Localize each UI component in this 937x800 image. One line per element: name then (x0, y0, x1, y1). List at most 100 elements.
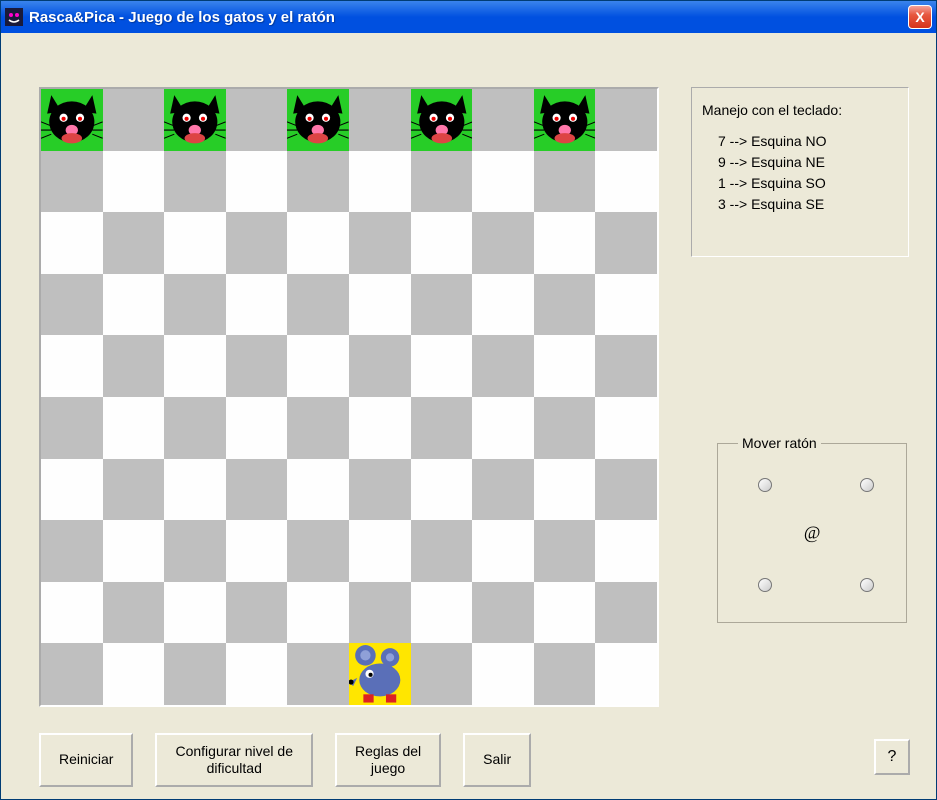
board-cell[interactable] (411, 582, 473, 644)
board-cell[interactable] (472, 151, 534, 213)
board-cell[interactable] (41, 643, 103, 705)
board-cell[interactable] (411, 274, 473, 336)
board-cell[interactable] (411, 643, 473, 705)
board-cell[interactable] (349, 335, 411, 397)
board-cell[interactable] (349, 397, 411, 459)
board-cell[interactable] (103, 643, 165, 705)
board-cell[interactable] (472, 397, 534, 459)
board-cell[interactable] (534, 89, 596, 151)
board-cell[interactable] (595, 274, 657, 336)
board-cell[interactable] (595, 89, 657, 151)
board-cell[interactable] (349, 643, 411, 705)
board-cell[interactable] (287, 459, 349, 521)
board-cell[interactable] (287, 397, 349, 459)
board-cell[interactable] (595, 151, 657, 213)
board-cell[interactable] (595, 520, 657, 582)
board-cell[interactable] (349, 151, 411, 213)
board-cell[interactable] (226, 459, 288, 521)
board-cell[interactable] (41, 520, 103, 582)
board-cell[interactable] (226, 89, 288, 151)
board-cell[interactable] (595, 643, 657, 705)
board-cell[interactable] (349, 89, 411, 151)
restart-button[interactable]: Reiniciar (39, 733, 133, 787)
board-cell[interactable] (534, 335, 596, 397)
board-cell[interactable] (595, 335, 657, 397)
board-cell[interactable] (226, 274, 288, 336)
board-cell[interactable] (226, 520, 288, 582)
rules-button[interactable]: Reglas del juego (335, 733, 441, 787)
board-cell[interactable] (287, 582, 349, 644)
move-se-radio[interactable] (860, 578, 874, 592)
board-cell[interactable] (164, 151, 226, 213)
board-cell[interactable] (287, 89, 349, 151)
board-cell[interactable] (164, 212, 226, 274)
close-button[interactable]: X (908, 5, 932, 29)
board-cell[interactable] (349, 212, 411, 274)
board-cell[interactable] (103, 89, 165, 151)
help-button[interactable]: ? (874, 739, 910, 775)
board-cell[interactable] (103, 582, 165, 644)
board-cell[interactable] (103, 335, 165, 397)
board-cell[interactable] (226, 397, 288, 459)
board-cell[interactable] (287, 643, 349, 705)
board-cell[interactable] (534, 151, 596, 213)
board-cell[interactable] (411, 151, 473, 213)
board-cell[interactable] (472, 89, 534, 151)
board-cell[interactable] (534, 459, 596, 521)
board-cell[interactable] (287, 151, 349, 213)
exit-button[interactable]: Salir (463, 733, 531, 787)
board-cell[interactable] (472, 582, 534, 644)
board-cell[interactable] (164, 520, 226, 582)
board-cell[interactable] (411, 459, 473, 521)
board-cell[interactable] (595, 397, 657, 459)
board-cell[interactable] (472, 643, 534, 705)
board-cell[interactable] (595, 459, 657, 521)
board-cell[interactable] (411, 397, 473, 459)
board-cell[interactable] (534, 520, 596, 582)
game-board[interactable] (41, 89, 657, 705)
board-cell[interactable] (287, 274, 349, 336)
board-cell[interactable] (164, 397, 226, 459)
move-ne-radio[interactable] (860, 478, 874, 492)
board-cell[interactable] (164, 459, 226, 521)
board-cell[interactable] (349, 274, 411, 336)
board-cell[interactable] (472, 459, 534, 521)
board-cell[interactable] (534, 397, 596, 459)
board-cell[interactable] (534, 582, 596, 644)
board-cell[interactable] (226, 582, 288, 644)
board-cell[interactable] (103, 274, 165, 336)
board-cell[interactable] (287, 212, 349, 274)
board-cell[interactable] (411, 335, 473, 397)
board-cell[interactable] (472, 335, 534, 397)
board-cell[interactable] (103, 397, 165, 459)
board-cell[interactable] (349, 582, 411, 644)
board-cell[interactable] (164, 89, 226, 151)
board-cell[interactable] (103, 151, 165, 213)
board-cell[interactable] (534, 643, 596, 705)
move-sw-radio[interactable] (758, 578, 772, 592)
board-cell[interactable] (41, 397, 103, 459)
board-cell[interactable] (349, 459, 411, 521)
board-cell[interactable] (164, 582, 226, 644)
board-cell[interactable] (103, 212, 165, 274)
board-cell[interactable] (41, 89, 103, 151)
board-cell[interactable] (226, 643, 288, 705)
board-cell[interactable] (534, 274, 596, 336)
board-cell[interactable] (287, 520, 349, 582)
board-cell[interactable] (595, 212, 657, 274)
configure-button[interactable]: Configurar nivel de dificultad (155, 733, 313, 787)
board-cell[interactable] (164, 643, 226, 705)
board-cell[interactable] (226, 335, 288, 397)
board-cell[interactable] (164, 335, 226, 397)
board-cell[interactable] (41, 212, 103, 274)
board-cell[interactable] (287, 335, 349, 397)
board-cell[interactable] (349, 520, 411, 582)
board-cell[interactable] (103, 459, 165, 521)
board-cell[interactable] (164, 274, 226, 336)
board-cell[interactable] (41, 151, 103, 213)
board-cell[interactable] (41, 274, 103, 336)
board-cell[interactable] (411, 520, 473, 582)
board-cell[interactable] (41, 459, 103, 521)
board-cell[interactable] (41, 582, 103, 644)
board-cell[interactable] (411, 212, 473, 274)
